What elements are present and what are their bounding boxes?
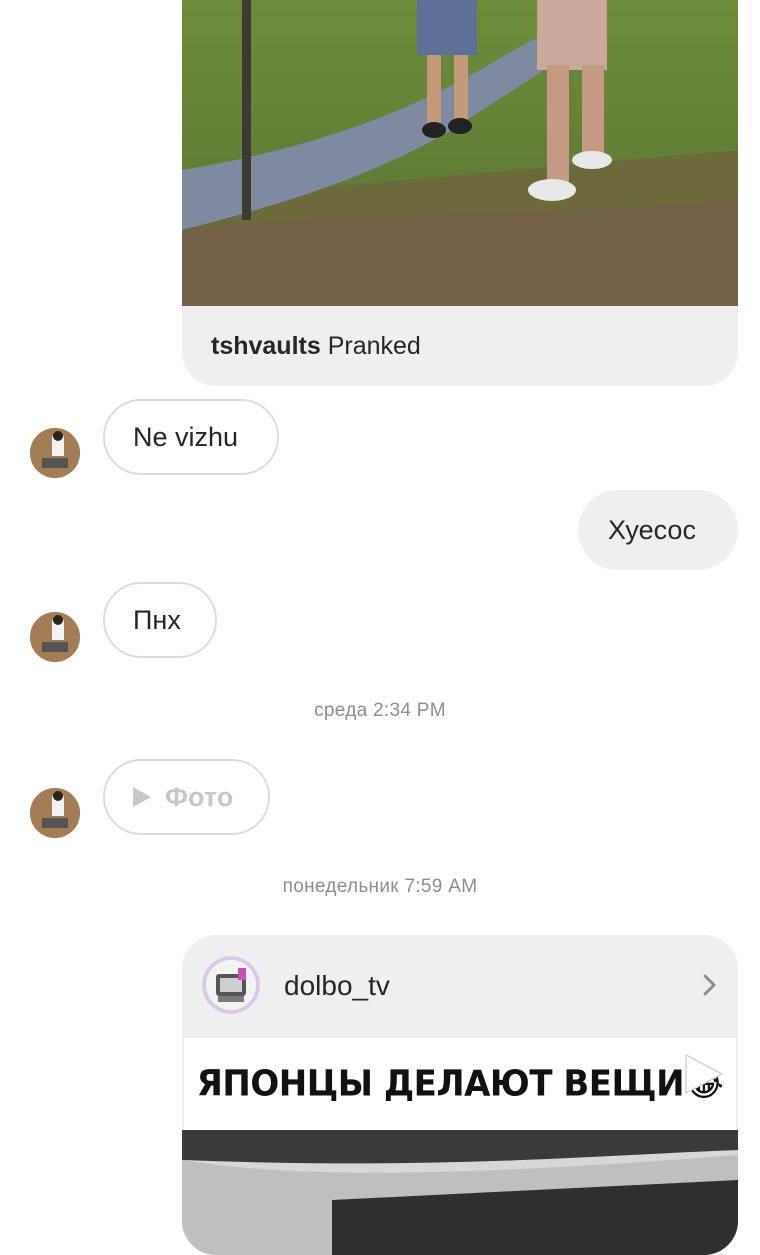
post-image <box>182 0 738 306</box>
post-video-thumbnail[interactable] <box>182 1130 738 1255</box>
timestamp: понедельник 7:59 AM <box>282 876 478 897</box>
chevron-right-icon[interactable] <box>698 973 722 997</box>
play-triangle-icon[interactable] <box>680 1051 726 1097</box>
shared-post-card[interactable]: tshvaults Pranked <box>182 0 738 386</box>
post-caption: tshvaults Pranked <box>211 332 421 361</box>
shared-post-card[interactable]: dolbo_tv ЯПОНЦЫ ДЕЛАЮТ ВЕЩИ😂 <box>182 935 738 1255</box>
sender-avatar[interactable] <box>30 788 80 838</box>
sender-avatar[interactable] <box>30 612 80 662</box>
post-author[interactable]: dolbo_tv <box>284 970 390 1002</box>
post-author-avatar[interactable] <box>202 956 260 1014</box>
photo-message[interactable]: Фото <box>103 759 270 835</box>
post-banner-text: ЯПОНЦЫ ДЕЛАЮТ ВЕЩИ😂 <box>196 1063 724 1105</box>
play-icon <box>133 787 151 807</box>
message-text: Хуесос <box>608 514 696 545</box>
timestamp: среда 2:34 PM <box>314 700 446 721</box>
message-text: Пнх <box>133 604 181 635</box>
post-banner: ЯПОНЦЫ ДЕЛАЮТ ВЕЩИ😂 <box>184 1038 736 1130</box>
incoming-message[interactable]: Пнх <box>103 582 217 658</box>
incoming-message[interactable]: Ne vizhu <box>103 399 279 475</box>
post-author[interactable]: tshvaults <box>211 332 321 360</box>
outgoing-message[interactable]: Хуесос <box>578 490 738 570</box>
sender-avatar[interactable] <box>30 428 80 478</box>
photo-label: Фото <box>165 781 234 812</box>
message-text: Ne vizhu <box>133 421 239 452</box>
post-caption-text: Pranked <box>327 332 421 360</box>
